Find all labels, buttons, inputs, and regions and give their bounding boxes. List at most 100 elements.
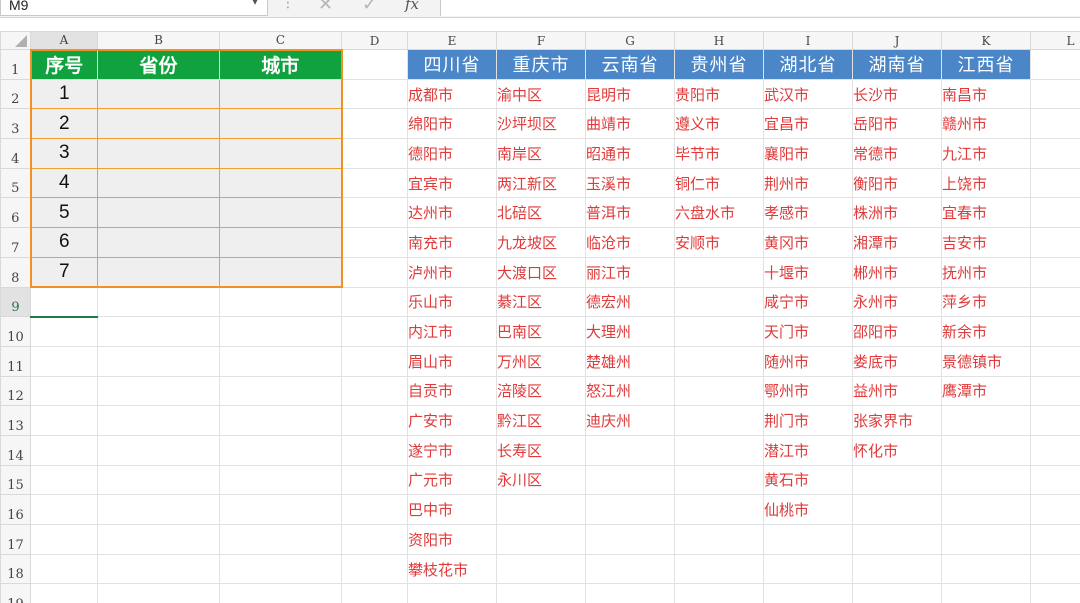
- cell[interactable]: [585, 494, 675, 525]
- city-cell[interactable]: 萍乡市: [941, 286, 1031, 318]
- city-cell[interactable]: 巴中市: [407, 494, 497, 525]
- cell[interactable]: [852, 553, 942, 585]
- city-cell[interactable]: 抚州市: [941, 256, 1031, 288]
- city-cell[interactable]: 常德市: [852, 138, 942, 169]
- row-header-8[interactable]: 8: [0, 256, 31, 288]
- cell[interactable]: [585, 434, 675, 466]
- cell[interactable]: [1030, 108, 1080, 140]
- city-cell[interactable]: 宜昌市: [763, 108, 853, 140]
- province-header-cell[interactable]: 重庆市: [496, 49, 586, 80]
- province-header-cell[interactable]: 四川省: [407, 49, 497, 80]
- city-cell[interactable]: 乐山市: [407, 286, 497, 318]
- city-cell[interactable]: 南充市: [407, 227, 497, 258]
- cell[interactable]: [97, 553, 220, 585]
- province-header-cell[interactable]: 贵州省: [674, 49, 764, 80]
- column-header-b[interactable]: B: [97, 31, 220, 50]
- row-header-6[interactable]: 6: [0, 197, 31, 229]
- city-cell[interactable]: 长沙市: [852, 78, 942, 110]
- city-cell[interactable]: 渝中区: [496, 78, 586, 110]
- cell[interactable]: [341, 286, 408, 318]
- city-cell[interactable]: 荆州市: [763, 167, 853, 199]
- cell[interactable]: [97, 494, 220, 525]
- cell[interactable]: [1030, 197, 1080, 229]
- cell[interactable]: [341, 494, 408, 525]
- cell[interactable]: [219, 375, 342, 407]
- cell[interactable]: [219, 345, 342, 377]
- cell[interactable]: [30, 583, 98, 603]
- city-cell[interactable]: 咸宁市: [763, 286, 853, 318]
- row-header-7[interactable]: 7: [0, 227, 31, 258]
- cell[interactable]: [219, 464, 342, 496]
- city-cell[interactable]: 丽江市: [585, 256, 675, 288]
- column-header-a[interactable]: A: [30, 31, 98, 50]
- city-cell[interactable]: 九江市: [941, 138, 1031, 169]
- province-input-cell[interactable]: [97, 138, 220, 169]
- cell[interactable]: [1030, 49, 1080, 80]
- city-cell[interactable]: 宜春市: [941, 197, 1031, 229]
- cell[interactable]: [763, 553, 853, 585]
- city-cell[interactable]: 广元市: [407, 464, 497, 496]
- city-cell[interactable]: 安顺市: [674, 227, 764, 258]
- province-header-cell[interactable]: 江西省: [941, 49, 1031, 80]
- city-cell[interactable]: 临沧市: [585, 227, 675, 258]
- cell[interactable]: [1030, 138, 1080, 169]
- city-cell[interactable]: 昆明市: [585, 78, 675, 110]
- cell[interactable]: [1030, 434, 1080, 466]
- city-cell[interactable]: 德阳市: [407, 138, 497, 169]
- city-cell[interactable]: 上饶市: [941, 167, 1031, 199]
- cell[interactable]: [219, 583, 342, 603]
- cell[interactable]: [496, 494, 586, 525]
- cell[interactable]: [1030, 464, 1080, 496]
- cancel-icon[interactable]: ✕: [318, 0, 333, 14]
- city-cell[interactable]: 成都市: [407, 78, 497, 110]
- city-cell[interactable]: 大渡口区: [496, 256, 586, 288]
- city-cell[interactable]: 长寿区: [496, 434, 586, 466]
- city-cell[interactable]: 怒江州: [585, 375, 675, 407]
- city-input-cell[interactable]: [219, 138, 343, 169]
- cell[interactable]: [941, 405, 1031, 436]
- cell[interactable]: [30, 464, 98, 496]
- column-header-e[interactable]: E: [407, 31, 497, 50]
- left-header-cell[interactable]: 城市: [219, 48, 343, 80]
- row-header-2[interactable]: 2: [0, 78, 31, 110]
- province-header-cell[interactable]: 湖南省: [852, 49, 942, 80]
- city-cell[interactable]: 天门市: [763, 316, 853, 347]
- cell[interactable]: [1030, 316, 1080, 347]
- cell[interactable]: [341, 167, 408, 199]
- cell[interactable]: [341, 434, 408, 466]
- city-cell[interactable]: 涪陵区: [496, 375, 586, 407]
- cell[interactable]: [97, 434, 220, 466]
- city-cell[interactable]: 娄底市: [852, 345, 942, 377]
- cell[interactable]: [219, 405, 342, 436]
- cell[interactable]: [496, 553, 586, 585]
- cell[interactable]: [407, 583, 497, 603]
- row-header-15[interactable]: 15: [0, 464, 31, 496]
- city-cell[interactable]: 攀枝花市: [407, 553, 497, 585]
- sequence-number-cell[interactable]: 7: [29, 256, 98, 288]
- cell[interactable]: [674, 405, 764, 436]
- cell[interactable]: [1030, 227, 1080, 258]
- city-cell[interactable]: 毕节市: [674, 138, 764, 169]
- city-cell[interactable]: 鹰潭市: [941, 375, 1031, 407]
- cell[interactable]: [30, 434, 98, 466]
- cell[interactable]: [219, 524, 342, 555]
- city-cell[interactable]: 孝感市: [763, 197, 853, 229]
- column-header-d[interactable]: D: [341, 31, 408, 50]
- cell[interactable]: [763, 583, 853, 603]
- cell[interactable]: [341, 345, 408, 377]
- cell[interactable]: [852, 494, 942, 525]
- cell[interactable]: [341, 524, 408, 555]
- city-input-cell[interactable]: [219, 78, 343, 110]
- city-cell[interactable]: 迪庆州: [585, 405, 675, 436]
- city-input-cell[interactable]: [219, 108, 343, 140]
- cell[interactable]: [30, 494, 98, 525]
- city-cell[interactable]: 黔江区: [496, 405, 586, 436]
- column-header-c[interactable]: C: [219, 31, 342, 50]
- city-cell[interactable]: 新余市: [941, 316, 1031, 347]
- city-cell[interactable]: 益州市: [852, 375, 942, 407]
- cell[interactable]: [674, 524, 764, 555]
- cell[interactable]: [852, 583, 942, 603]
- cell[interactable]: [763, 524, 853, 555]
- column-header-h[interactable]: H: [674, 31, 764, 50]
- city-cell[interactable]: 岳阳市: [852, 108, 942, 140]
